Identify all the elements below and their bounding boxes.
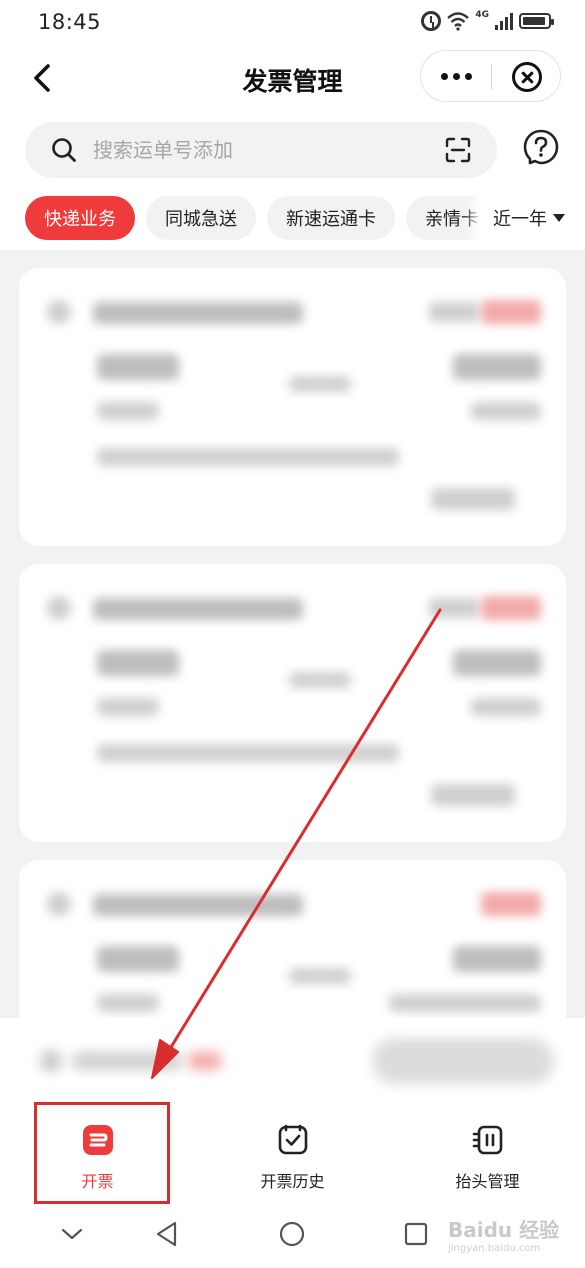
search-row (0, 114, 585, 186)
chip-express[interactable]: 快递业务 (25, 196, 135, 240)
baidu-watermark: Baidu 经验 jingyan.baidu.com (448, 1214, 559, 1254)
status-bar: 18:45 4G (0, 0, 585, 44)
miniprogram-capsule (420, 50, 561, 102)
waybill-card[interactable] (19, 564, 566, 842)
chip-same-city[interactable]: 同城急送 (146, 196, 256, 240)
close-icon[interactable] (512, 62, 542, 92)
signal-icon (495, 12, 513, 30)
chip-express-card[interactable]: 新速运通卡 (267, 196, 395, 240)
status-icons: 4G (421, 10, 554, 31)
bottom-tab-bar: 开票 开票历史 抬头管理 (0, 1100, 585, 1204)
status-time: 18:45 (38, 10, 102, 34)
search-input[interactable] (93, 130, 413, 170)
battery-icon (519, 13, 554, 29)
title-manage-icon (472, 1125, 503, 1155)
back-triangle-icon[interactable] (152, 1218, 184, 1250)
search-box (25, 122, 497, 178)
submit-invoice-button[interactable] (372, 1038, 554, 1084)
caret-down-icon (553, 214, 565, 222)
alarm-icon (421, 11, 442, 31)
invoice-action-bar (0, 1018, 585, 1100)
back-icon[interactable] (28, 60, 60, 96)
tab-label: 开票 (81, 1172, 114, 1191)
more-button[interactable] (421, 51, 491, 101)
tab-invoice[interactable]: 开票 (0, 1100, 195, 1204)
watermark-url: jingyan.baidu.com (448, 1243, 541, 1254)
time-range-label: 近一年 (493, 209, 547, 230)
more-dot-icon (440, 72, 448, 80)
capsule-divider (491, 64, 492, 90)
waybill-list (0, 250, 585, 1018)
help-icon[interactable] (522, 128, 560, 166)
tab-invoice-history[interactable]: 开票历史 (195, 1100, 390, 1204)
chevron-down-icon[interactable] (56, 1218, 88, 1250)
filter-row: 快递业务 同城急送 新速运通卡 亲情卡 近一年 (0, 186, 585, 250)
tab-label: 开票历史 (260, 1172, 325, 1191)
more-dot-icon (452, 72, 460, 80)
waybill-card[interactable] (19, 268, 566, 546)
nav-bar: 发票管理 (0, 44, 585, 114)
invoice-history-icon (278, 1124, 308, 1155)
home-circle-icon[interactable] (276, 1218, 308, 1250)
system-nav-bar: Baidu 经验 jingyan.baidu.com (0, 1204, 585, 1268)
recents-square-icon[interactable] (400, 1218, 432, 1250)
more-dot-icon (464, 72, 472, 80)
tab-title-manage[interactable]: 抬头管理 (390, 1100, 585, 1204)
search-icon (52, 138, 76, 162)
network-type-label: 4G (475, 10, 489, 20)
wifi-icon (447, 12, 470, 31)
watermark-brand: Baidu 经验 (448, 1218, 560, 1242)
tab-label: 抬头管理 (455, 1172, 520, 1191)
scan-icon[interactable] (444, 136, 472, 164)
time-range-dropdown[interactable]: 近一年 (479, 186, 585, 250)
waybill-card[interactable] (19, 860, 566, 1018)
business-type-chips: 快递业务 同城急送 新速运通卡 亲情卡 (25, 196, 498, 240)
invoice-icon (83, 1125, 113, 1155)
